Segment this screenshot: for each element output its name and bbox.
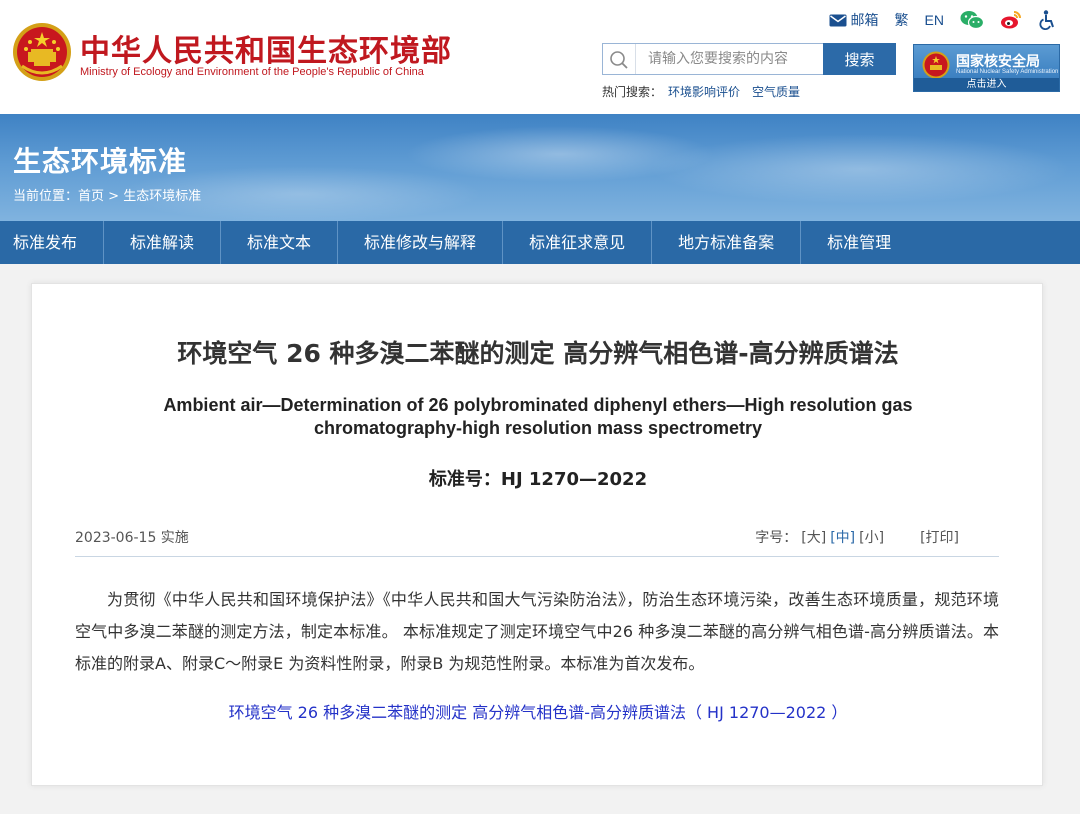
search-icon: [610, 51, 628, 69]
breadcrumb-prefix: 当前位置：: [13, 189, 79, 204]
national-emblem-icon[interactable]: [12, 22, 72, 82]
site-title[interactable]: 中华人民共和国生态环境部: [80, 26, 452, 70]
search-button[interactable]: 搜索: [823, 43, 896, 75]
accessibility-link[interactable]: [1038, 10, 1056, 30]
site-header: 中华人民共和国生态环境部 Ministry of Ecology and Env…: [0, 0, 1080, 114]
standard-number: 标准号：HJ 1270—2022: [428, 469, 648, 490]
article-meta: 2023-06-15 实施 字号： [大] [中] [小] [打印]: [75, 525, 999, 557]
breadcrumb-separator: >: [104, 189, 124, 204]
hot-search-item[interactable]: 空气质量: [752, 85, 800, 99]
main-nav: 标准发布 标准解读 标准文本 标准修改与解释 标准征求意见 地方标准备案 标准管…: [0, 221, 1080, 264]
nav-item-local-filing[interactable]: 地方标准备案: [652, 221, 802, 264]
font-size-small-button[interactable]: [小]: [859, 530, 884, 546]
nnsa-name-en: National Nuclear Safety Administration: [956, 69, 1059, 75]
article-tools: 字号： [大] [中] [小] [打印]: [755, 527, 959, 547]
nav-item-amendment[interactable]: 标准修改与解释: [338, 221, 504, 264]
nav-item-consultation[interactable]: 标准征求意见: [503, 221, 653, 264]
section-banner: 生态环境标准 当前位置：首页 > 生态环境标准: [0, 114, 1080, 221]
header-tools: 邮箱 繁 EN: [813, 9, 1056, 31]
nnsa-enter-label: 点击进入: [914, 78, 1059, 91]
breadcrumb-current[interactable]: 生态环境标准: [123, 189, 201, 204]
font-size-large-button[interactable]: [大]: [801, 530, 826, 546]
font-size-label: 字号：: [755, 530, 798, 546]
article-title: 环境空气 26 种多溴二苯醚的测定 高分辨气相色谱-高分辨质谱法: [177, 339, 899, 368]
nav-item-management[interactable]: 标准管理: [801, 221, 917, 264]
weibo-icon: [1001, 11, 1021, 29]
article-card: 环境空气 26 种多溴二苯醚的测定 高分辨气相色谱-高分辨质谱法 Ambient…: [31, 283, 1043, 786]
hot-search-item[interactable]: 环境影响评价: [668, 85, 740, 99]
nav-item-interpretation[interactable]: 标准解读: [104, 221, 222, 264]
site-subtitle: Ministry of Ecology and Environment of t…: [80, 66, 424, 78]
weibo-link[interactable]: [1000, 10, 1022, 30]
print-button[interactable]: [打印]: [920, 530, 959, 546]
accessibility-icon: [1039, 10, 1054, 30]
traditional-chinese-link[interactable]: 繁: [895, 10, 909, 30]
effective-date: 2023-06-15 实施: [75, 530, 189, 546]
mail-icon: [829, 14, 847, 26]
search-input[interactable]: [635, 44, 821, 74]
national-emblem-icon: [922, 51, 950, 79]
attachment-link[interactable]: 环境空气 26 种多溴二苯醚的测定 高分辨气相色谱-高分辨质谱法（ HJ 127…: [32, 699, 1044, 723]
hot-search-label: 热门搜索：: [602, 85, 663, 99]
wechat-icon: [960, 11, 984, 30]
section-title: 生态环境标准: [13, 145, 188, 178]
breadcrumb: 当前位置：首页 > 生态环境标准: [13, 185, 201, 204]
wechat-link[interactable]: [960, 10, 984, 30]
mail-link[interactable]: 邮箱: [829, 10, 879, 30]
nnsa-name: 国家核安全局: [956, 54, 1040, 70]
nav-item-release[interactable]: 标准发布: [0, 221, 105, 264]
nav-item-text[interactable]: 标准文本: [221, 221, 339, 264]
breadcrumb-home[interactable]: 首页: [78, 189, 104, 204]
search-box: [602, 43, 824, 75]
article-title-en: Ambient air—Determination of 26 polybrom…: [163, 395, 913, 438]
hot-search: 热门搜索： 环境影响评价 空气质量: [602, 83, 806, 100]
article-body: 为贯彻《中华人民共和国环境保护法》《中华人民共和国大气污染防治法》，防治生态环境…: [75, 590, 999, 673]
nnsa-banner-link[interactable]: 国家核安全局 National Nuclear Safety Administr…: [913, 44, 1060, 92]
font-size-medium-button[interactable]: [中]: [830, 530, 855, 546]
english-link[interactable]: EN: [925, 12, 944, 28]
mail-label: 邮箱: [850, 13, 879, 29]
